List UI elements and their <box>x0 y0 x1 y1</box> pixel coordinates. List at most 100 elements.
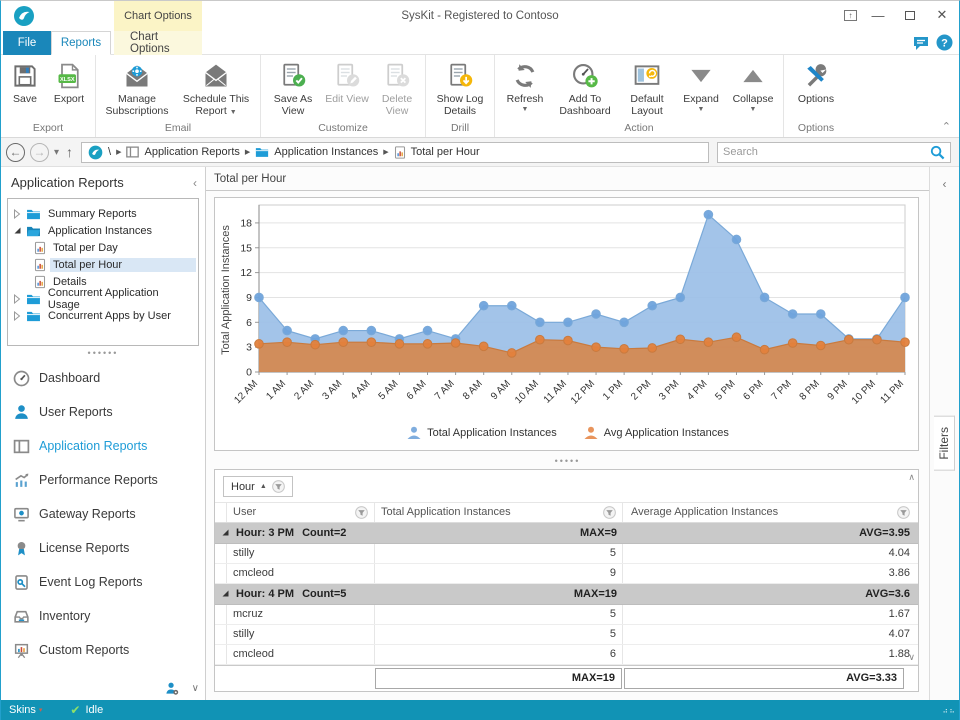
minimize-button[interactable]: — <box>867 6 889 24</box>
tree-item-total-per-day[interactable]: Total per Day <box>12 239 196 256</box>
legend-item-total[interactable]: Total Application Instances <box>406 426 557 440</box>
svg-text:8 PM: 8 PM <box>798 378 822 402</box>
collapse-button[interactable]: Collapse ▼ <box>726 60 780 113</box>
help-icon[interactable]: ? <box>936 34 953 51</box>
save-button[interactable]: Save <box>4 60 46 105</box>
tree-item-concurrent-apps-by-user[interactable]: Concurrent Apps by User <box>12 307 196 324</box>
breadcrumb[interactable]: \ ▶ Application Reports ▶ Application In… <box>81 142 709 163</box>
column-header-user[interactable]: User <box>227 503 375 522</box>
status-indicator: ✔ Idle <box>70 703 103 717</box>
panel-collapse-chevron-icon[interactable]: ‹ <box>193 176 197 190</box>
breadcrumb-item[interactable]: Application Instances <box>274 146 378 158</box>
tree-item-total-per-hour[interactable]: Total per Hour <box>12 256 196 273</box>
folder-icon <box>26 208 41 220</box>
refresh-button[interactable]: Refresh ▼ <box>498 60 552 113</box>
table-row[interactable]: stilly 5 4.04 <box>215 544 918 564</box>
table-scroll-down-icon[interactable]: ∨ <box>908 652 915 663</box>
table-row[interactable]: stilly 5 4.07 <box>215 625 918 645</box>
ribbon-group-label: Action <box>498 121 780 137</box>
save-as-view-button[interactable]: Save As View <box>264 60 322 118</box>
svg-text:3 PM: 3 PM <box>657 378 681 402</box>
table-row[interactable]: cmcleod 6 1.88 <box>215 645 918 665</box>
breadcrumb-item[interactable]: Total per Hour <box>411 146 480 158</box>
tree-expand-icon[interactable] <box>12 311 22 321</box>
feedback-icon[interactable] <box>912 35 930 51</box>
group-row-4pm[interactable]: Hour: 4 PM Count=5 MAX=19 AVG=3.6 <box>215 584 918 605</box>
close-button[interactable]: ✕ <box>931 6 953 24</box>
collapse-ribbon-icon[interactable]: ↑ <box>844 10 857 21</box>
rail-collapse-chevron-icon[interactable]: ‹ <box>930 167 959 191</box>
nav-item-gateway-reports[interactable]: Gateway Reports <box>1 497 205 531</box>
group-row-3pm[interactable]: Hour: 3 PM Count=2 MAX=9 AVG=3.95 <box>215 523 918 544</box>
maximize-button[interactable] <box>899 6 921 24</box>
nav-item-inventory[interactable]: Inventory <box>1 599 205 633</box>
filters-tab[interactable]: Filters <box>934 416 955 471</box>
filter-icon[interactable] <box>355 506 368 519</box>
nav-item-custom-reports[interactable]: Custom Reports <box>1 633 205 667</box>
tree-item-concurrent-application-usage[interactable]: Concurrent Application Usage <box>12 290 196 307</box>
nav-item-license-reports[interactable]: License Reports <box>1 531 205 565</box>
delete-view-button[interactable]: Delete View <box>372 60 422 118</box>
check-icon: ✔ <box>70 703 80 717</box>
nav-item-dashboard[interactable]: Dashboard <box>1 361 205 395</box>
tab-file[interactable]: File <box>3 31 51 55</box>
group-by-chip[interactable]: Hour ▲ <box>223 476 293 497</box>
tab-reports[interactable]: Reports <box>51 31 111 55</box>
edit-view-button[interactable]: Edit View <box>322 60 372 105</box>
tree-collapse-icon[interactable] <box>12 226 22 235</box>
sidebar-overflow-chevron-icon[interactable]: ∨ <box>192 683 199 694</box>
column-header-total[interactable]: Total Application Instances <box>375 503 623 522</box>
collapse-ribbon-chevron-icon[interactable]: ⌃ <box>942 120 951 133</box>
table-row[interactable]: cmcleod 9 3.86 <box>215 564 918 584</box>
expand-button[interactable]: Expand ▼ <box>676 60 726 113</box>
search-input[interactable] <box>723 146 930 158</box>
filter-icon[interactable] <box>897 506 910 519</box>
options-button[interactable]: Options <box>787 60 845 105</box>
breadcrumb-item[interactable]: Application Reports <box>144 146 239 158</box>
refresh-icon <box>511 62 539 90</box>
table-scroll-up-icon[interactable]: ∧ <box>908 472 915 483</box>
show-log-details-button[interactable]: Show Log Details <box>429 60 491 118</box>
svg-text:8 AM: 8 AM <box>461 378 485 402</box>
nav-item-application-reports[interactable]: Application Reports <box>1 429 205 463</box>
sidebar-splitter[interactable]: •••••• <box>1 351 205 356</box>
monitor-gauge-icon <box>13 506 30 523</box>
tree-expand-icon[interactable] <box>12 294 22 304</box>
envelope-icon <box>201 62 231 90</box>
document-x-icon <box>383 62 411 90</box>
filters-rail: ‹ Filters <box>929 167 959 700</box>
schedule-this-report-button[interactable]: Schedule This Report ▼ <box>175 60 257 118</box>
group-collapse-icon[interactable] <box>221 589 230 598</box>
back-button[interactable]: ← <box>6 143 25 162</box>
column-header-average[interactable]: Average Application Instances <box>623 503 918 522</box>
svg-text:11 AM: 11 AM <box>542 378 569 405</box>
search-box[interactable] <box>717 142 951 163</box>
forward-button[interactable]: → <box>30 143 49 162</box>
default-layout-button[interactable]: Default Layout <box>618 60 676 118</box>
tab-chart-options[interactable]: Chart Options <box>114 31 202 55</box>
tree-item-summary-reports[interactable]: Summary Reports <box>12 205 196 222</box>
nav-item-event-log-reports[interactable]: Event Log Reports <box>1 565 205 599</box>
syskit-logo-icon <box>13 5 35 27</box>
user-settings-icon[interactable] <box>164 681 180 696</box>
nav-item-user-reports[interactable]: User Reports <box>1 395 205 429</box>
open-folder-icon <box>26 225 41 237</box>
table-row[interactable]: mcruz 5 1.67 <box>215 605 918 625</box>
search-icon[interactable] <box>930 145 945 160</box>
resize-grip[interactable]: ⠴⠦ <box>942 706 956 715</box>
filter-icon[interactable] <box>272 480 285 493</box>
nav-item-performance-reports[interactable]: Performance Reports <box>1 463 205 497</box>
export-button[interactable]: XLSX Export <box>46 60 92 105</box>
skins-button[interactable]: Skins ▾ <box>9 704 42 716</box>
tree-expand-icon[interactable] <box>12 209 22 219</box>
tree-item-application-instances[interactable]: Application Instances <box>12 222 196 239</box>
filter-icon[interactable] <box>603 506 616 519</box>
up-button[interactable]: ↑ <box>66 144 73 160</box>
history-dropdown-caret[interactable]: ▾ <box>54 147 59 158</box>
svg-text:12: 12 <box>240 267 252 279</box>
legend-item-avg[interactable]: Avg Application Instances <box>583 426 729 440</box>
manage-subscriptions-button[interactable]: Manage Subscriptions <box>99 60 175 118</box>
add-to-dashboard-button[interactable]: Add To Dashboard <box>552 60 618 118</box>
group-collapse-icon[interactable] <box>221 528 230 537</box>
panel-splitter[interactable]: ••••• <box>206 457 929 465</box>
